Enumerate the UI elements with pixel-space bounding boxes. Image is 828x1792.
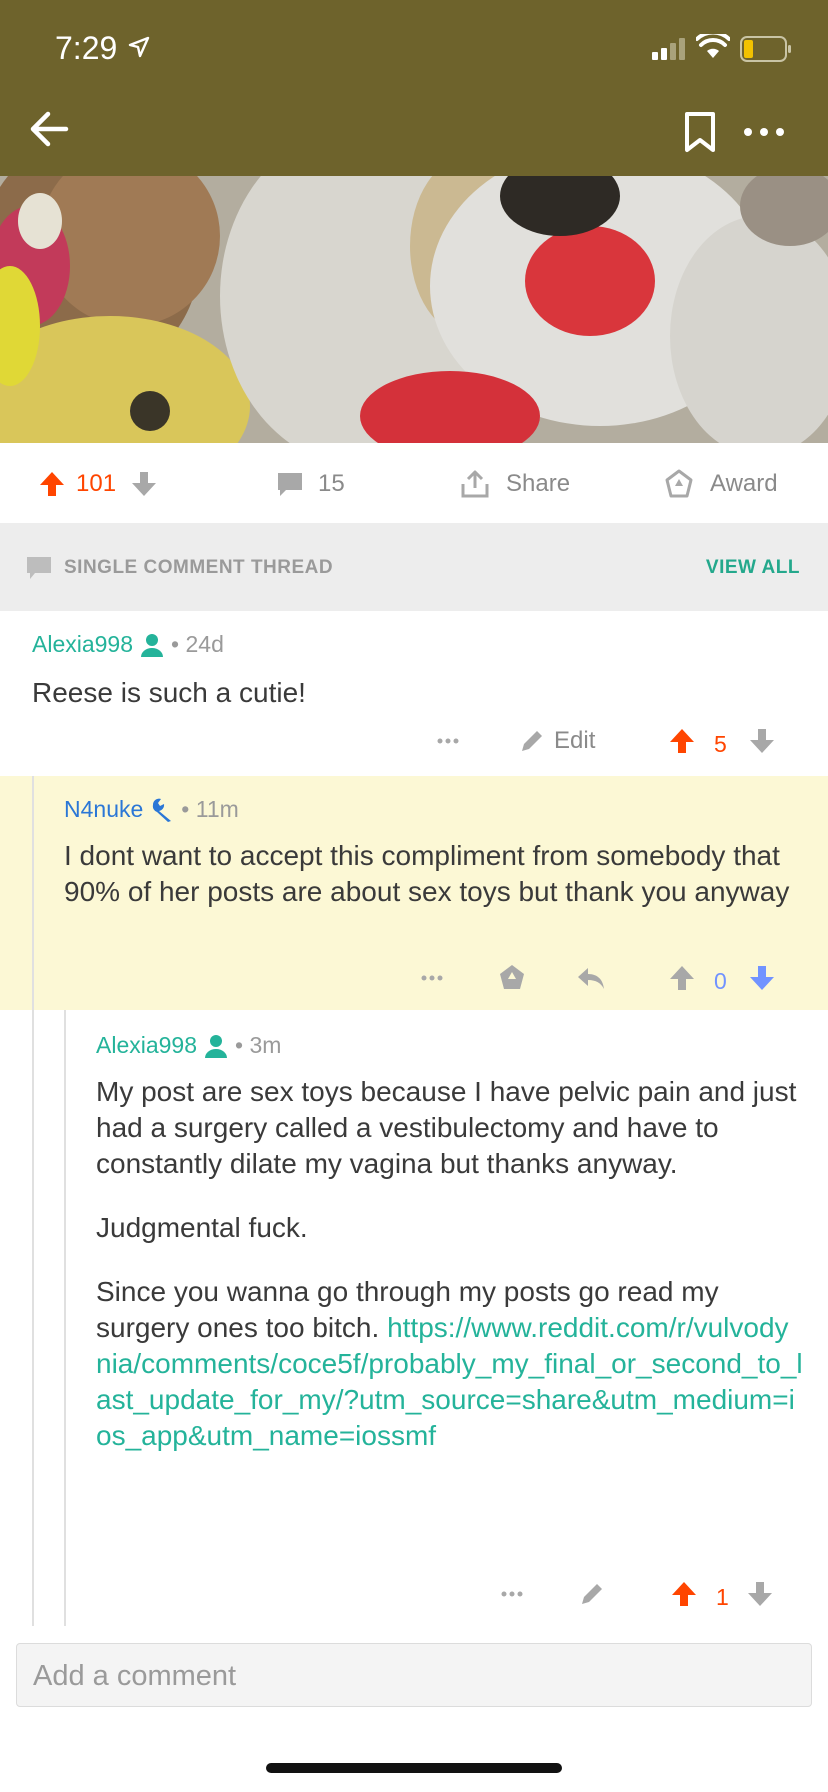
comment-count: 15 (318, 470, 345, 497)
comments-button[interactable]: 15 (276, 467, 345, 501)
downvote-icon[interactable] (748, 727, 776, 755)
upvote-icon[interactable] (38, 470, 66, 498)
add-comment-input[interactable]: Add a comment (16, 1643, 812, 1707)
bookmark-icon[interactable] (682, 110, 718, 154)
upvote-icon[interactable] (668, 964, 696, 992)
wrench-icon (153, 798, 172, 822)
more-options-icon[interactable] (420, 974, 444, 982)
comment-meta: Alexia998 • 3m (96, 1032, 282, 1059)
post-vote-group: 101 (38, 467, 158, 501)
reply-icon[interactable] (576, 964, 606, 992)
comment-author[interactable]: Alexia998 (32, 631, 133, 658)
more-options-icon[interactable] (740, 112, 790, 152)
comment-text: My post are sex toys because I have pelv… (96, 1076, 797, 1179)
comment-score: 0 (714, 968, 727, 994)
comment-bubble-icon (27, 557, 51, 579)
comment-meta: Alexia998 • 24d (32, 631, 224, 658)
comment-text: Reese is such a cutie! (32, 677, 306, 708)
share-button[interactable]: Share (460, 467, 570, 501)
award-label: Award (710, 470, 778, 497)
share-icon (461, 470, 489, 498)
edit-label: Edit (554, 727, 596, 754)
comment-time: 11m (195, 796, 239, 822)
comment-actions: 1 (0, 1580, 828, 1614)
comment-score: 1 (716, 1584, 729, 1610)
share-label: Share (506, 470, 571, 497)
more-options-icon[interactable] (436, 737, 460, 745)
more-options-icon[interactable] (500, 1590, 524, 1598)
thread-rail (32, 1010, 34, 1626)
back-arrow-icon[interactable] (26, 106, 72, 152)
status-time: 7:29 (55, 30, 118, 66)
comment-text: I dont want to accept this compliment fr… (64, 840, 790, 907)
award-icon (665, 469, 693, 498)
downvote-icon[interactable] (130, 470, 158, 498)
wifi-icon (696, 34, 730, 58)
comment-score: 5 (714, 731, 727, 757)
upvote-icon[interactable] (670, 1580, 698, 1608)
comment-author[interactable]: N4nuke (64, 796, 143, 823)
edit-button[interactable]: Edit (518, 727, 595, 755)
comment-body: I dont want to accept this compliment fr… (64, 838, 802, 938)
award-icon[interactable] (498, 963, 526, 991)
single-thread-bar: SINGLE COMMENT THREAD VIEW ALL (0, 523, 828, 611)
post-action-bar: 101 15 Share Award (0, 443, 828, 523)
comment-author[interactable]: Alexia998 (96, 1032, 197, 1059)
award-button[interactable]: Award (664, 467, 778, 501)
comment-actions: Edit 5 (0, 727, 828, 761)
battery-icon (740, 36, 791, 62)
downvote-icon[interactable] (746, 1580, 774, 1608)
thread-rail (64, 1010, 66, 1626)
pencil-icon[interactable] (578, 1580, 606, 1608)
op-user-icon (205, 1034, 228, 1058)
comment: Alexia998 • 24d Reese is such a cutie! E… (0, 611, 828, 776)
thread-label: SINGLE COMMENT THREAD (64, 557, 334, 578)
comment-body: My post are sex toys because I have pelv… (96, 1074, 804, 1454)
comment-meta: N4nuke • 11m (64, 796, 239, 823)
location-arrow-icon (128, 36, 150, 58)
op-user-icon (141, 633, 164, 657)
post-score: 101 (76, 470, 117, 497)
comment-highlighted: N4nuke • 11m I dont want to accept this … (0, 776, 828, 1010)
comment-time: 3m (249, 1032, 282, 1058)
cellular-signal-icon (652, 38, 685, 60)
app-header: 7:29 (0, 0, 828, 176)
comment: Alexia998 • 3m My post are sex toys beca… (0, 1010, 828, 1626)
comment-bubble-icon (278, 473, 302, 496)
pencil-icon (522, 731, 542, 751)
post-image[interactable] (0, 176, 828, 443)
comment-text: Judgmental fuck. (96, 1212, 308, 1243)
home-indicator (266, 1763, 562, 1773)
plush-toys-photo (0, 176, 828, 443)
comment-time: 24d (185, 631, 224, 657)
upvote-icon[interactable] (668, 727, 696, 755)
view-all-link[interactable]: VIEW ALL (706, 557, 800, 579)
downvote-icon[interactable] (748, 964, 776, 992)
comment-actions: 0 (0, 964, 828, 998)
